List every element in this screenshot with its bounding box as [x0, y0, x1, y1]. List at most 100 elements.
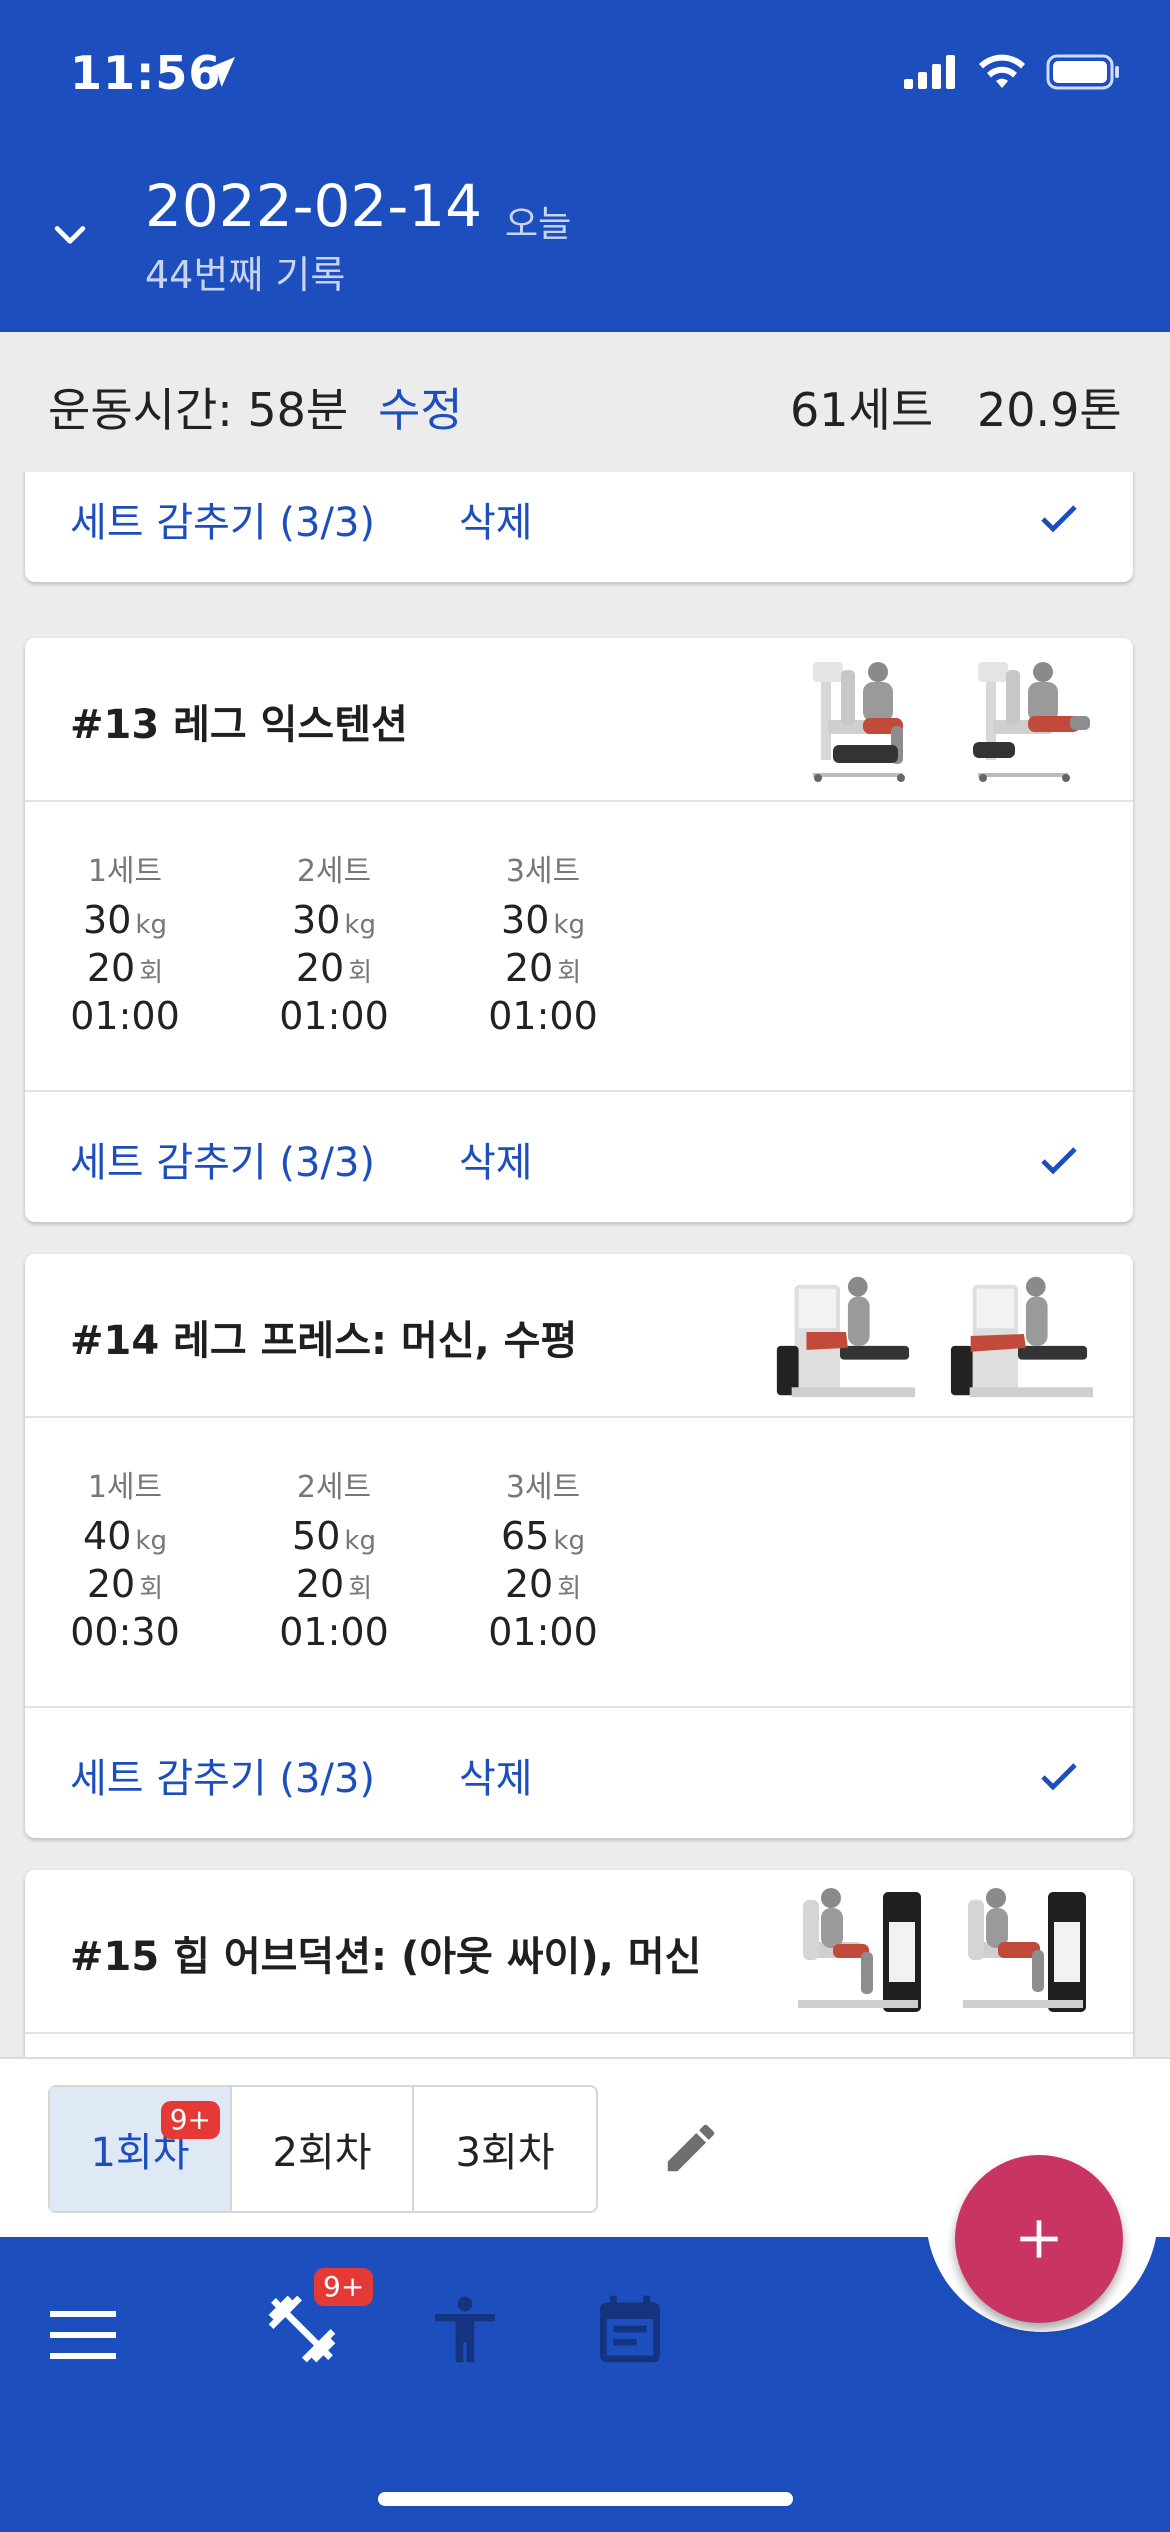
reps-unit: 회: [139, 1574, 164, 1604]
weight-unit: kg: [553, 910, 585, 940]
tab-label: 2회차: [272, 2130, 372, 2176]
set-weight: 30: [501, 898, 550, 942]
check-icon[interactable]: [1035, 494, 1083, 542]
total-sets: 61세트: [790, 383, 934, 437]
set-time: 01:00: [279, 994, 389, 1038]
sets-grid: 1세트 40 kg 20 회 00:30 2세트 50 kg 20 회 01:00 3세…: [25, 1418, 1133, 1708]
set-label: 1세트: [87, 1470, 163, 1505]
set-weight: 50: [292, 1514, 341, 1558]
set-column[interactable]: 3세트 30 kg 20 회 01:00: [458, 846, 628, 1042]
reps-unit: 회: [139, 958, 164, 988]
set-label: 3세트: [505, 854, 581, 889]
person-icon[interactable]: [425, 2289, 505, 2369]
weight-unit: kg: [135, 1526, 167, 1556]
signal-icon: [904, 55, 955, 89]
hide-sets-button[interactable]: 세트 감추기 (3/3): [70, 490, 375, 548]
add-exercise-button[interactable]: [955, 2155, 1123, 2323]
status-icons: [904, 54, 1120, 90]
set-time: 01:00: [488, 994, 598, 1038]
delete-button[interactable]: 삭제: [459, 490, 533, 548]
leg-press-end-image: [950, 1276, 1093, 1398]
leg-extension-start-image: [813, 662, 905, 782]
set-reps: 20: [295, 1562, 345, 1606]
workout-time: 운동시간: 58분: [48, 383, 349, 437]
edit-time-button[interactable]: 수정: [378, 374, 463, 440]
reps-unit: 회: [557, 958, 582, 988]
total-tonnage: 20.9톤: [977, 383, 1122, 437]
tab-session-1[interactable]: 1회차 9+: [50, 2087, 232, 2211]
exercise-title: #15 힙 어브덕션: (아웃 싸이), 머신: [70, 1934, 702, 1980]
weight-unit: kg: [135, 910, 167, 940]
set-reps: 20: [504, 946, 554, 990]
tab-label: 3회차: [455, 2130, 555, 2176]
calendar-icon[interactable]: [590, 2289, 670, 2369]
hip-abduction-start-image: [798, 1888, 921, 2012]
sets-grid: 1세트 30 kg 20 회 01:00 2세트 30 kg 20 회 01:00 3세…: [25, 802, 1133, 1092]
weight-unit: kg: [344, 1526, 376, 1556]
workout-badge: 9+: [314, 2268, 374, 2306]
weight-unit: kg: [553, 1526, 585, 1556]
exercise-card: #14 레그 프레스: 머신, 수평 1세트 40 kg 20 회 00:30 …: [25, 1254, 1133, 1838]
tab-session-2[interactable]: 2회차: [232, 2087, 414, 2211]
set-column[interactable]: 1세트 40 kg 20 회 00:30: [40, 1462, 210, 1658]
card-footer: 세트 감추기 (3/3) 삭제: [25, 1092, 1133, 1222]
tab-session-3[interactable]: 3회차: [414, 2087, 596, 2211]
weight-unit: kg: [344, 910, 376, 940]
exercise-card: #15 힙 어브덕션: (아웃 싸이), 머신: [25, 1870, 1133, 2057]
set-column[interactable]: 2세트 50 kg 20 회 01:00: [249, 1462, 419, 1658]
exercise-list[interactable]: 세트 감추기 (3/3) 삭제 #13 레그 익스텐션 1세트 30 kg 20…: [0, 472, 1170, 2057]
exercise-card: 세트 감추기 (3/3) 삭제: [25, 472, 1133, 582]
card-footer: 세트 감추기 (3/3) 삭제: [25, 472, 1133, 582]
set-label: 2세트: [296, 854, 372, 889]
exercise-thumbnails: [793, 650, 1093, 790]
exercise-card: #13 레그 익스텐션 1세트 30 kg 20 회 01:00 2세트 30 …: [25, 638, 1133, 1222]
card-footer: 세트 감추기 (3/3) 삭제: [25, 1708, 1133, 1838]
check-icon[interactable]: [1035, 1752, 1083, 1800]
card-header[interactable]: #15 힙 어브덕션: (아웃 싸이), 머신: [25, 1870, 1133, 2034]
exercise-title: #14 레그 프레스: 머신, 수평: [70, 1318, 578, 1364]
card-header[interactable]: #13 레그 익스텐션: [25, 638, 1133, 802]
wifi-icon: [979, 54, 1025, 88]
set-weight: 40: [83, 1514, 132, 1558]
reps-unit: 회: [348, 1574, 373, 1604]
session-badge: 9+: [160, 2101, 220, 2139]
leg-press-start-image: [776, 1276, 915, 1398]
set-column[interactable]: 3세트 65 kg 20 회 01:00: [458, 1462, 628, 1658]
set-time: 01:00: [279, 1610, 389, 1654]
delete-button[interactable]: 삭제: [459, 1746, 533, 1804]
set-weight: 30: [292, 898, 341, 942]
workout-summary: 운동시간: 58분 수정 61세트 20.9톤: [0, 332, 1170, 472]
hide-sets-button[interactable]: 세트 감추기 (3/3): [70, 1130, 375, 1188]
set-reps: 20: [86, 1562, 136, 1606]
status-time: 11:56: [70, 46, 222, 100]
battery-icon: [1046, 54, 1119, 90]
set-reps: 20: [504, 1562, 554, 1606]
home-indicator: [378, 2492, 793, 2506]
reps-unit: 회: [348, 958, 373, 988]
set-time: 01:00: [488, 1610, 598, 1654]
record-count: 44번째 기록: [145, 253, 346, 297]
workout-date: 2022-02-14: [145, 172, 483, 240]
delete-button[interactable]: 삭제: [459, 1130, 533, 1188]
check-icon[interactable]: [1035, 1136, 1083, 1184]
set-reps: 20: [86, 946, 136, 990]
exercise-thumbnails: [767, 1266, 1093, 1406]
set-weight: 30: [83, 898, 132, 942]
set-weight: 65: [501, 1514, 550, 1558]
exercise-thumbnails: [793, 1882, 1093, 2022]
session-tabs: 1회차 9+ 2회차 3회차: [48, 2085, 598, 2213]
set-time: 01:00: [70, 994, 180, 1038]
reps-unit: 회: [557, 1574, 582, 1604]
chevron-down-icon[interactable]: [48, 212, 92, 256]
pencil-icon[interactable]: [660, 2117, 722, 2179]
menu-icon[interactable]: [50, 2307, 118, 2363]
set-column[interactable]: 1세트 30 kg 20 회 01:00: [40, 846, 210, 1042]
set-reps: 20: [295, 946, 345, 990]
set-column[interactable]: 2세트 30 kg 20 회 01:00: [249, 846, 419, 1042]
plus-icon: [1020, 2220, 1058, 2258]
hide-sets-button[interactable]: 세트 감추기 (3/3): [70, 1746, 375, 1804]
card-header[interactable]: #14 레그 프레스: 머신, 수평: [25, 1254, 1133, 1418]
location-arrow-icon: [205, 57, 235, 87]
set-label: 3세트: [505, 1470, 581, 1505]
hip-abduction-end-image: [963, 1888, 1086, 2012]
